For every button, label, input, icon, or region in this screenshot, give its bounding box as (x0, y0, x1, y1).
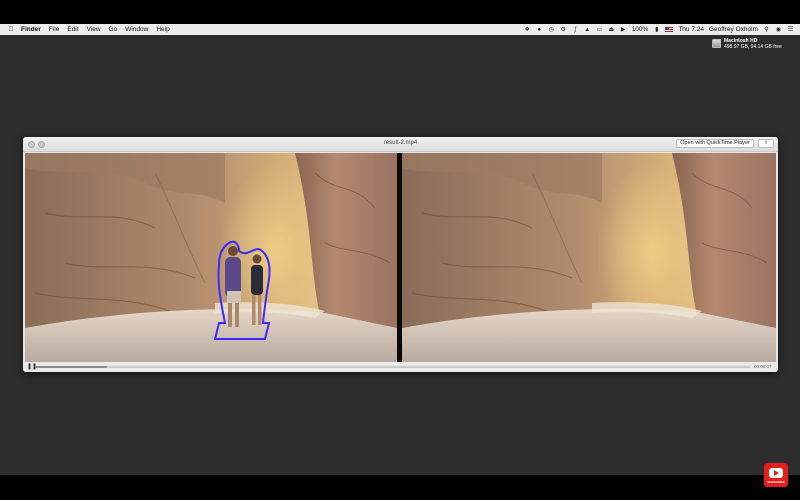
bluetooth-icon[interactable]: ∫ (572, 27, 579, 33)
notification-center-icon[interactable]: ☰ (787, 27, 794, 33)
time-display: 00:00:07 (754, 364, 772, 369)
share-icon: ⇧ (763, 140, 769, 146)
share-button[interactable]: ⇧ (758, 139, 774, 148)
menu-edit[interactable]: Edit (67, 26, 78, 33)
menu-help[interactable]: Help (156, 26, 169, 33)
flag-icon[interactable] (665, 27, 674, 32)
hard-drive-icon (712, 39, 721, 48)
drive-info: 498.97 GB, 94.14 GB free (724, 44, 782, 50)
status-area: ❖ ● ◷ ⚙ ∫ ▲ ▭ ⏏ ▶ 100% ▮ Thu 7:24 Geoffr… (524, 26, 800, 33)
macintosh-hd-drive[interactable]: Macintosh HD 498.97 GB, 94.14 GB free (712, 38, 782, 50)
scrubber[interactable] (35, 366, 750, 368)
battery-icon[interactable]: ▮ (653, 27, 660, 33)
display-icon[interactable]: ▭ (596, 27, 603, 33)
scrubber-progress (35, 366, 107, 368)
menu-window[interactable]: Window (125, 26, 148, 33)
video-frame[interactable] (25, 153, 776, 362)
result-panel (402, 153, 776, 362)
siri-icon[interactable]: ◉ (775, 27, 782, 33)
letterbox-bottom (0, 475, 800, 500)
window-titlebar[interactable]: result-2.mp4 Open with QuickTime Player … (23, 137, 778, 152)
wifi-icon[interactable]: ▲ (584, 27, 591, 33)
youtube-play-icon (769, 468, 783, 478)
open-with-quicktime-button[interactable]: Open with QuickTime Player (676, 139, 754, 148)
battery-percent[interactable]: 100% (632, 26, 649, 33)
menu-view[interactable]: View (87, 26, 101, 33)
menu-file[interactable]: File (49, 26, 59, 33)
letterbox-top (0, 0, 800, 24)
eject-icon[interactable]: ⏏ (608, 27, 615, 33)
window-title: result-2.mp4 (383, 140, 418, 146)
youtube-subscribe-logo[interactable]: SUBSCRIBE (764, 463, 788, 487)
menu-finder[interactable]: Finder (21, 26, 41, 33)
quick-look-window: result-2.mp4 Open with QuickTime Player … (23, 137, 778, 372)
volume-icon[interactable]: ▶ (620, 27, 627, 33)
menu-bar:  Finder File Edit View Go Window Help ❖… (0, 24, 800, 35)
apple-menu-icon[interactable]:  (7, 26, 15, 33)
clock[interactable]: Thu 7:24 (678, 26, 704, 33)
video-canvas (25, 153, 776, 362)
user-name[interactable]: Geoffrey Oxholm (709, 26, 758, 33)
playback-controls: ❚❚ 00:00:07 (23, 362, 778, 372)
original-panel (25, 153, 397, 362)
sync-icon[interactable]: ● (536, 27, 543, 33)
subscribe-label: SUBSCRIBE (767, 480, 785, 484)
dropbox-icon[interactable]: ❖ (524, 27, 531, 33)
panel-divider (397, 153, 401, 362)
search-icon[interactable]: ⚲ (763, 27, 770, 33)
clock-icon[interactable]: ◷ (548, 27, 555, 33)
menu-go[interactable]: Go (109, 26, 118, 33)
settings-icon[interactable]: ⚙ (560, 27, 567, 33)
